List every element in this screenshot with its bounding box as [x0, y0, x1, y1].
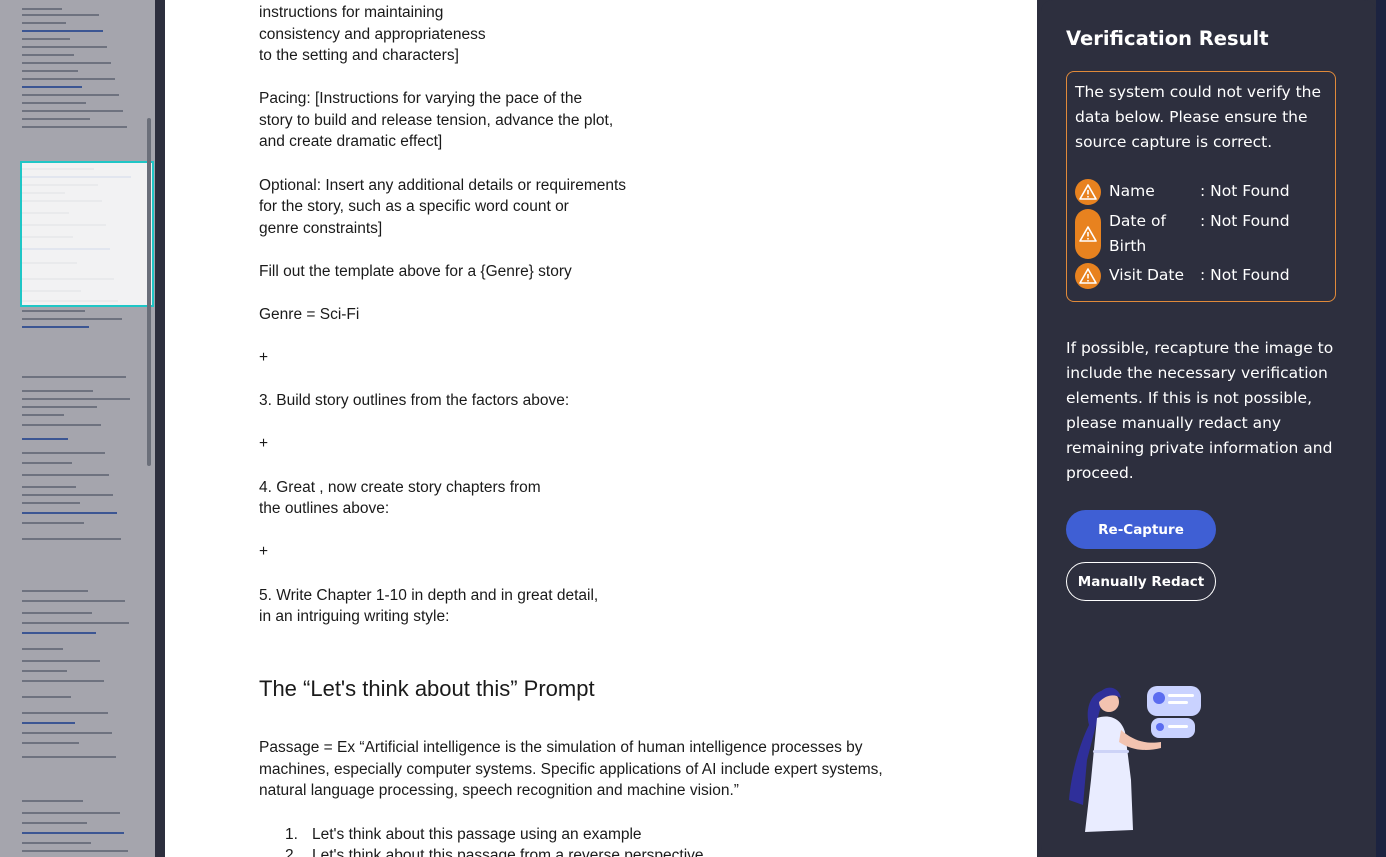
verification-panel: Verification Result The system could not…	[1041, 0, 1376, 857]
doc-line: Optional: Insert any additional details …	[259, 177, 627, 194]
list-number: 2.	[285, 847, 298, 857]
list-number: 1.	[285, 826, 298, 843]
passage-line: natural language processing, speech reco…	[259, 782, 739, 799]
thumbnail-dim-overlay	[0, 0, 155, 857]
list-text: Let's think about this passage using an …	[312, 826, 642, 843]
doc-line: to the setting and characters]	[259, 47, 459, 64]
thumbnail-viewport-indicator[interactable]	[20, 161, 154, 307]
warning-icon	[1075, 263, 1101, 289]
doc-line: 3. Build story outlines from the factors…	[259, 392, 570, 409]
field-label: Date of Birth	[1109, 212, 1166, 255]
passage-line: machines, especially computer systems. S…	[259, 761, 883, 778]
doc-line: Pacing: [Instructions for varying the pa…	[259, 90, 583, 107]
recapture-button[interactable]: Re-Capture	[1066, 510, 1216, 549]
doc-line: genre constraints]	[259, 220, 383, 237]
doc-line: consistency and appropriateness	[259, 26, 486, 43]
doc-line: +	[259, 349, 269, 366]
list-item: 2. Let's think about this passage from a …	[285, 847, 704, 857]
doc-line: Fill out the template above for a {Genre…	[259, 263, 572, 280]
field-label: Name	[1109, 182, 1155, 200]
passage-line: Passage = Ex “Artificial intelligence is…	[259, 739, 863, 756]
field-value: : Not Found	[1200, 266, 1290, 284]
section-heading: The “Let's think about this” Prompt	[259, 676, 595, 701]
help-text: If possible, recapture the image to incl…	[1066, 339, 1334, 482]
doc-line: +	[259, 543, 269, 560]
doc-line: 4. Great , now create story chapters fro…	[259, 479, 541, 496]
doc-line: the outlines above:	[259, 500, 390, 517]
field-value: : Not Found	[1200, 182, 1290, 200]
panel-title: Verification Result	[1066, 27, 1269, 50]
doc-line: 5. Write Chapter 1-10 in depth and in gr…	[259, 587, 599, 604]
doc-line: story to build and release tension, adva…	[259, 112, 614, 129]
doc-line: instructions for maintaining	[259, 4, 444, 21]
verification-alert-box: The system could not verify the data bel…	[1066, 71, 1336, 302]
window-edge	[1376, 0, 1386, 857]
warning-icon	[1075, 179, 1101, 205]
warning-icon	[1075, 209, 1101, 259]
doc-line: +	[259, 435, 269, 452]
list-text: Let's think about this passage from a re…	[312, 847, 704, 857]
thumbnail-scrollbar[interactable]	[147, 118, 151, 466]
field-label: Visit Date	[1109, 266, 1185, 284]
document-page: instructions for maintaining consistency…	[165, 0, 1037, 857]
manually-redact-button[interactable]: Manually Redact	[1066, 562, 1216, 601]
alert-message: The system could not verify the data bel…	[1075, 83, 1322, 151]
field-value: : Not Found	[1200, 212, 1290, 230]
verification-illustration	[1069, 686, 1201, 832]
page-thumbnail-strip[interactable]	[0, 0, 155, 857]
doc-line: in an intriguing writing style:	[259, 608, 450, 625]
doc-line: Genre = Sci-Fi	[259, 306, 360, 323]
list-item: 1. Let's think about this passage using a…	[285, 826, 642, 844]
doc-line: and create dramatic effect]	[259, 133, 443, 150]
doc-line: for the story, such as a specific word c…	[259, 198, 569, 215]
